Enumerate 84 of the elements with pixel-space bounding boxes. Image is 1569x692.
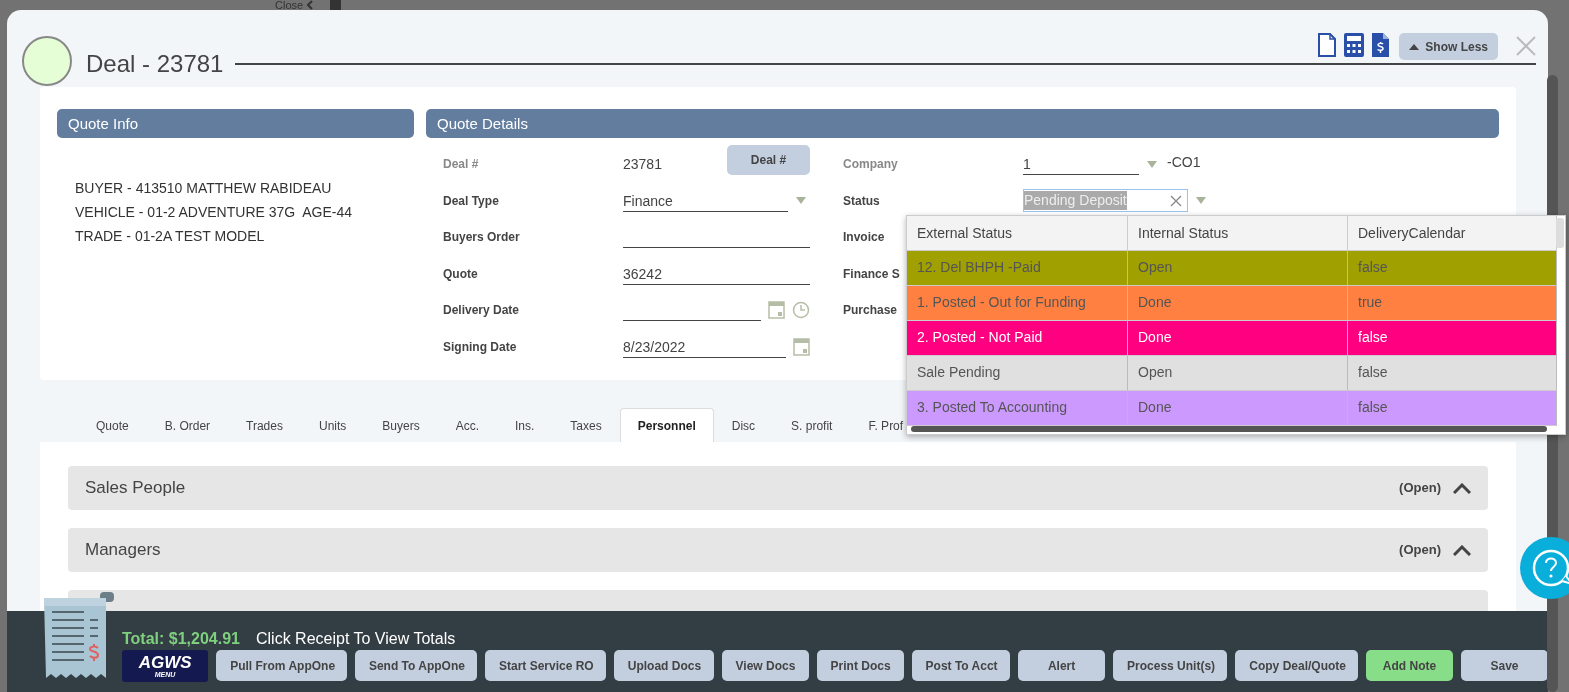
tab[interactable]: Quote — [78, 408, 147, 442]
section-title: Sales People — [85, 477, 186, 500]
info-line: TRADE - 01-2A TEST MODEL — [75, 227, 266, 246]
date-field[interactable]: 8/23/2022 — [623, 335, 786, 358]
footer-button[interactable]: Print Docs — [816, 650, 904, 681]
tab[interactable]: S. profit — [773, 408, 851, 442]
tab[interactable]: Acc. — [437, 408, 497, 442]
tab[interactable]: Trades — [228, 408, 301, 442]
table-cell[interactable]: false — [1348, 391, 1557, 426]
tab[interactable]: Buyers — [364, 408, 438, 442]
table-cell[interactable]: false — [1348, 321, 1557, 356]
dropdown-caret-icon[interactable] — [1147, 160, 1157, 168]
footer-button[interactable]: Post To Acct — [911, 650, 1011, 681]
close-icon[interactable] — [1516, 36, 1536, 56]
field-label: Status — [843, 193, 880, 208]
scrollbar[interactable] — [911, 426, 1547, 432]
chevron-up-icon[interactable] — [1453, 482, 1471, 494]
table-cell[interactable]: Sale Pending — [907, 356, 1128, 391]
dropdown-caret-icon[interactable] — [796, 197, 806, 205]
total-amount: Total: $1,204.91 — [122, 629, 240, 649]
field-label: Company — [843, 157, 898, 172]
footer-button[interactable]: Pull From AppOne — [216, 650, 347, 681]
tab[interactable]: Units — [300, 408, 365, 442]
section-status: (Open) — [1399, 479, 1441, 498]
field-label: Finance S — [843, 266, 900, 281]
calendar-icon[interactable] — [793, 337, 810, 356]
clock-icon[interactable] — [792, 301, 810, 320]
company-suffix: -CO1 — [1167, 152, 1201, 172]
field-label: Quote — [443, 266, 478, 281]
accordion-header[interactable]: Managers (Open) — [68, 528, 1488, 572]
status-circle — [22, 36, 72, 86]
dialog-title: Deal - 23781 — [86, 49, 224, 79]
show-less-button[interactable]: Show Less — [1399, 33, 1498, 60]
table-cell[interactable]: Open — [1128, 356, 1348, 391]
footer-button[interactable]: Process Unit(s) — [1113, 650, 1228, 681]
invoice-icon[interactable] — [1372, 33, 1390, 57]
footer-button[interactable]: View Docs — [721, 650, 809, 681]
chevron-up-icon[interactable] — [1453, 544, 1471, 556]
info-line: BUYER - 413510 MATTHEW RABIDEAU — [75, 179, 333, 198]
footer-button[interactable]: Alert — [1018, 650, 1106, 681]
field-label: Deal # — [443, 157, 479, 172]
info-line: VEHICLE - 01-2 ADVENTURE 37G AGE-44 — [75, 203, 353, 222]
field-label: Buyers Order — [443, 230, 520, 245]
field-label: Purchase — [843, 303, 898, 318]
table-cell[interactable]: Done — [1128, 391, 1348, 426]
calculator-icon[interactable] — [1344, 33, 1365, 57]
calendar-icon[interactable] — [768, 301, 785, 320]
document-icon[interactable] — [1318, 33, 1337, 57]
hint-text[interactable]: Click Receipt To View Totals — [256, 627, 456, 651]
input-field[interactable]: 36242 — [623, 262, 810, 285]
tab[interactable]: Taxes — [552, 408, 620, 442]
field-label: Signing Date — [443, 339, 517, 354]
caret-up-icon — [1409, 43, 1420, 50]
section-header: Quote Details — [426, 109, 1499, 138]
field-label: Deal Type — [443, 193, 499, 208]
table-cell[interactable]: 3. Posted To Accounting — [907, 391, 1128, 426]
scrollbar[interactable] — [1556, 218, 1564, 248]
column-header: Internal Status — [1128, 216, 1348, 251]
footer-button[interactable]: Upload Docs — [613, 650, 714, 681]
field-label: Delivery Date — [443, 303, 520, 318]
table-cell[interactable]: Done — [1128, 321, 1348, 356]
footer-button[interactable]: Start Service RO — [484, 650, 606, 681]
dropdown-caret-icon[interactable] — [1196, 197, 1206, 205]
section-title: Managers — [85, 539, 161, 562]
tab[interactable]: B. Order — [146, 408, 229, 442]
column-header: DeliveryCalendar — [1348, 216, 1557, 251]
footer-button[interactable]: Send To AppOne — [354, 650, 477, 681]
chevron-left-icon — [306, 0, 314, 10]
scrollbar — [330, 0, 341, 10]
footer-button[interactable]: Add Note — [1366, 650, 1453, 681]
table-cell[interactable]: 2. Posted - Not Paid — [907, 321, 1128, 356]
footer-button[interactable]: Copy Deal/Quote — [1235, 650, 1358, 681]
section-header: Quote Info — [57, 109, 414, 138]
field-label: Invoice — [843, 230, 885, 245]
tab[interactable]: Ins. — [497, 408, 553, 442]
section-status: (Open) — [1399, 541, 1441, 560]
tab[interactable]: Disc — [713, 408, 774, 442]
field-value: 23781 — [623, 154, 663, 174]
table-cell[interactable]: false — [1348, 356, 1557, 391]
column-header: External Status — [907, 216, 1128, 251]
accordion-header[interactable]: Sales People (Open) — [68, 466, 1488, 510]
select-field[interactable]: Finance — [623, 189, 788, 212]
footer-button[interactable]: Save — [1461, 650, 1548, 681]
tab[interactable]: Personnel — [619, 408, 714, 442]
